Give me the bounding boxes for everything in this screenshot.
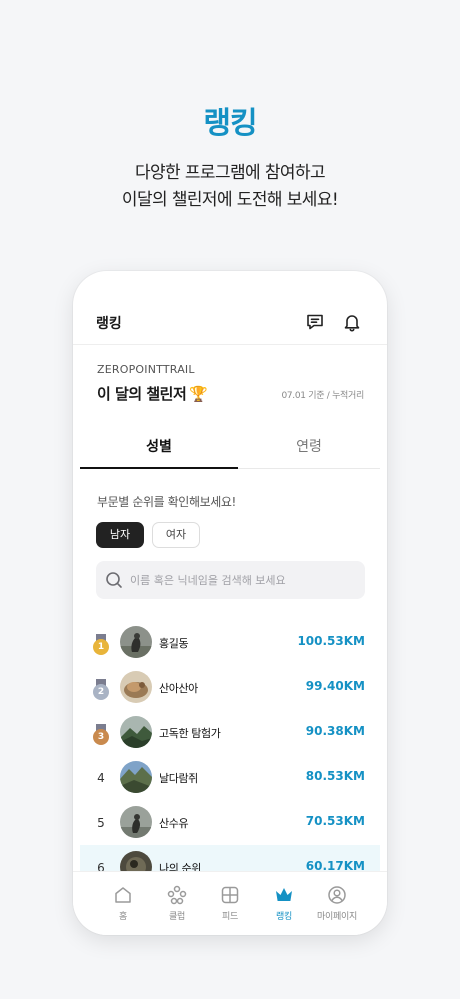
nav-ranking[interactable]: 랭킹 xyxy=(259,884,309,922)
search-icon xyxy=(104,570,124,590)
filter-prompt: 부문별 순위를 확인해보세요! xyxy=(97,495,236,509)
nickname: 홍길동 xyxy=(159,637,189,650)
promo-subtitle-line2: 이달의 챌린저에 도전해 보세요! xyxy=(121,190,339,210)
challenge-title-text: 이 달의 챌린저 xyxy=(97,385,187,403)
ranking-row[interactable]: 5 산수유 70.53KM xyxy=(80,800,380,845)
search-bar xyxy=(96,561,365,599)
distance: 100.53KM xyxy=(297,634,365,648)
bronze-medal-icon: 3 xyxy=(92,724,110,746)
silver-medal-icon: 2 xyxy=(92,679,110,701)
distance: 90.38KM xyxy=(305,724,365,738)
home-icon xyxy=(112,884,134,906)
nickname: 고독한 탐험가 xyxy=(159,727,221,740)
ranking-row[interactable]: 3 고독한 탐험가 90.38KM xyxy=(80,710,380,755)
ranking-basis: 07.01 기준 / 누적거리 xyxy=(281,391,364,401)
avatar xyxy=(120,671,152,703)
feed-icon xyxy=(219,884,241,906)
distance: 80.53KM xyxy=(305,769,365,783)
distance: 99.40KM xyxy=(305,679,365,693)
brand-name: ZEROPOINTTRAIL xyxy=(97,363,195,376)
ranking-row[interactable]: 4 날다람쥐 80.53KM xyxy=(80,755,380,800)
chat-icon[interactable] xyxy=(305,312,325,332)
rank-number: 5 xyxy=(97,816,105,830)
rank-number: 4 xyxy=(97,771,105,785)
search-input[interactable] xyxy=(130,561,355,599)
club-icon xyxy=(166,884,188,906)
nickname: 산아산아 xyxy=(159,682,198,695)
phone-frame: 랭킹 ZEROPOINTTRAIL 이 달의 챌린저 🏆 07.01 기준 / 누… xyxy=(73,271,387,935)
gold-medal-icon: 1 xyxy=(92,634,110,656)
nav-ranking-label: 랭킹 xyxy=(276,912,292,922)
avatar xyxy=(120,806,152,838)
tab-gender[interactable]: 성별 xyxy=(80,429,238,469)
promo-title: 랭킹 xyxy=(203,106,257,141)
nickname: 산수유 xyxy=(159,817,189,830)
nav-feed-label: 피드 xyxy=(222,912,238,922)
tab-age[interactable]: 연령 xyxy=(238,429,380,469)
nav-mypage[interactable]: 마이페이지 xyxy=(312,884,362,922)
avatar xyxy=(120,761,152,793)
nav-home-label: 홈 xyxy=(119,912,127,922)
medal-rank: 3 xyxy=(93,729,109,745)
nickname: 날다람쥐 xyxy=(159,772,198,785)
challenge-title: 이 달의 챌린저 🏆 xyxy=(97,383,208,404)
nav-mypage-label: 마이페이지 xyxy=(317,912,357,922)
app-header: 랭킹 xyxy=(73,271,387,345)
avatar xyxy=(120,716,152,748)
nav-feed[interactable]: 피드 xyxy=(205,884,255,922)
profile-icon xyxy=(326,884,348,906)
avatar xyxy=(120,626,152,658)
medal-rank: 2 xyxy=(93,684,109,700)
page-title: 랭킹 xyxy=(96,316,122,332)
nav-club-label: 클럽 xyxy=(169,912,185,922)
promo-subtitle: 다양한 프로그램에 참여하고 이달의 챌린저에 도전해 보세요! xyxy=(0,160,460,214)
ranking-row[interactable]: 1 홍길동 100.53KM xyxy=(80,620,380,665)
crown-icon xyxy=(273,884,295,906)
promo-subtitle-line1: 다양한 프로그램에 참여하고 xyxy=(134,163,326,183)
medal-rank: 1 xyxy=(93,639,109,655)
ranking-list: 1 홍길동 100.53KM 2 산아산아 99.40KM 3 고독한 탐험가 … xyxy=(80,620,380,890)
nav-club[interactable]: 클럽 xyxy=(152,884,202,922)
distance: 70.53KM xyxy=(305,814,365,828)
male-filter-button[interactable]: 남자 xyxy=(96,522,144,548)
ranking-tabs: 성별 연령 xyxy=(80,429,380,469)
bottom-nav: 홈 클럽 피드 랭킹 마이페이지 xyxy=(73,871,387,935)
nav-home[interactable]: 홈 xyxy=(98,884,148,922)
bell-icon[interactable] xyxy=(342,312,362,332)
trophy-icon: 🏆 xyxy=(189,385,208,403)
female-filter-button[interactable]: 여자 xyxy=(152,522,200,548)
ranking-row[interactable]: 2 산아산아 99.40KM xyxy=(80,665,380,710)
